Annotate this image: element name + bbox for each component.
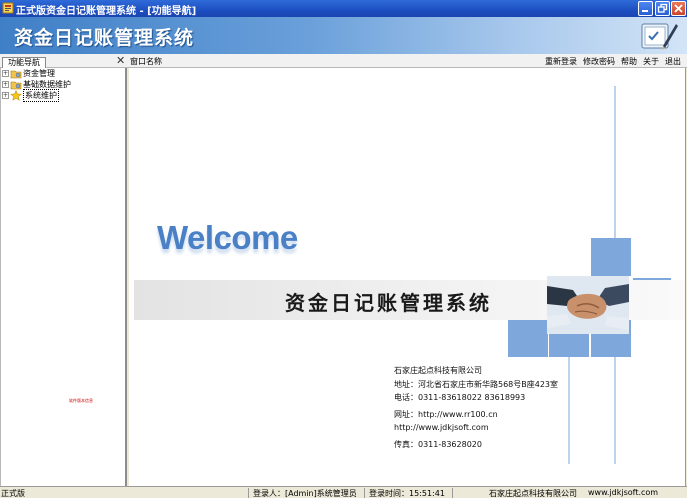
- app-banner: 资金日记账管理系统: [0, 17, 687, 54]
- menu-exit[interactable]: 退出: [665, 56, 681, 67]
- company-website: 网址：http://www.rr100.cn: [394, 409, 498, 419]
- status-separator: [248, 488, 249, 498]
- title-bar[interactable]: 正式版资金日记账管理系统 - [功能导航]: [0, 0, 687, 17]
- company-phone: 电话：0311-83618022 83618993: [394, 393, 526, 402]
- expand-icon[interactable]: +: [2, 81, 9, 88]
- welcome-heading: Welcome: [157, 219, 298, 256]
- close-button[interactable]: [671, 1, 686, 16]
- tab-function-navigation[interactable]: 功能导航: [2, 57, 46, 68]
- company-info: 石家庄起点科技有限公司 地址：河北省石家庄市新华路568号B座423室 电话：0…: [394, 364, 558, 451]
- menu-relogin[interactable]: 重新登录: [545, 56, 577, 67]
- top-menu: 重新登录 修改密码 帮助 关于 退出: [545, 56, 681, 67]
- app-name: 资金日记账管理系统: [14, 27, 195, 49]
- restore-button[interactable]: [655, 1, 670, 16]
- folder-gear-icon: [10, 81, 22, 90]
- menu-change-password[interactable]: 修改密码: [583, 56, 615, 67]
- tree-item-system-maintenance[interactable]: + 系统维护: [2, 89, 59, 102]
- window-name-label: 窗口名称: [130, 57, 162, 66]
- toolbar: 功能导航 ✕ 窗口名称 重新登录 修改密码 帮助 关于 退出: [0, 54, 687, 68]
- status-login-time: 登录时间：15:51:41: [369, 489, 445, 498]
- tree-item-fund-management[interactable]: + 资金管理: [2, 68, 55, 79]
- tree-item-label: 系统维护: [23, 89, 59, 102]
- folder-gear-icon: [10, 70, 22, 79]
- company-website-2: http://www.jdkjsoft.com: [394, 423, 489, 432]
- close-nav-panel-icon[interactable]: ✕: [116, 55, 125, 66]
- expand-icon[interactable]: +: [2, 92, 9, 99]
- window-title: 正式版资金日记账管理系统 - [功能导航]: [16, 6, 197, 17]
- version-note: 软件版本信息: [69, 398, 93, 403]
- menu-help[interactable]: 帮助: [621, 56, 637, 67]
- notebook-pen-icon: [641, 23, 678, 50]
- minimize-icon: [642, 10, 648, 12]
- expand-icon[interactable]: +: [2, 70, 9, 77]
- menu-about[interactable]: 关于: [643, 56, 659, 67]
- status-edition: 正式版: [1, 489, 25, 498]
- restore-icon: [657, 3, 668, 13]
- nav-tree-panel: + 资金管理 + 基础数据维护 + 系统维护 软件版本信息: [0, 68, 127, 486]
- tree-item-label: 资金管理: [23, 69, 55, 78]
- status-separator: [452, 488, 453, 498]
- star-icon: [10, 90, 22, 101]
- close-icon: [674, 4, 683, 13]
- handshake-icon: [547, 276, 629, 334]
- minimize-button[interactable]: [638, 1, 653, 16]
- status-bar: 正式版 登录人：[Admin]系统管理员 登录时间：15:51:41 石家庄起点…: [0, 486, 687, 498]
- status-separator: [364, 488, 365, 498]
- status-company: 石家庄起点科技有限公司: [489, 489, 577, 498]
- system-title: 资金日记账管理系统: [285, 291, 492, 315]
- status-website: www.jdkjsoft.com: [588, 488, 659, 497]
- app-icon: [2, 2, 14, 14]
- welcome-panel: Welcome 资金日记账管理系统 石家庄起点科技有限公司 地址：河北省石家庄市…: [129, 68, 686, 486]
- status-user: 登录人：[Admin]系统管理员: [253, 489, 357, 498]
- company-fax: 传真：0311-83628020: [394, 439, 482, 449]
- company-name: 石家庄起点科技有限公司: [394, 366, 482, 375]
- company-address: 地址：河北省石家庄市新华路568号B座423室: [394, 379, 559, 389]
